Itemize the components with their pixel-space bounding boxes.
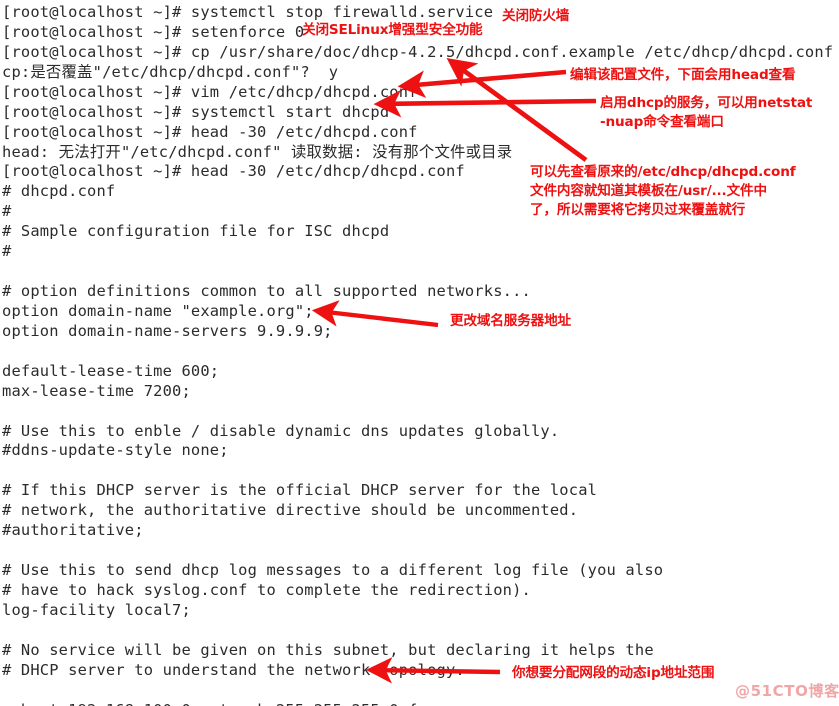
terminal-line: default-lease-time 600; <box>2 361 220 380</box>
terminal-line: subnet 192.168.100.0 netmask 255.255.255… <box>2 701 418 706</box>
terminal-line: [root@localhost ~]# vim /etc/dhcp/dhcpd.… <box>2 82 418 101</box>
terminal-output: [root@localhost ~]# systemctl stop firew… <box>0 0 839 706</box>
terminal-line: option domain-name-servers 9.9.9.9; <box>2 321 333 340</box>
terminal-line: [root@localhost ~]# cp /usr/share/doc/dh… <box>2 42 834 61</box>
terminal-screenshot: [root@localhost ~]# systemctl stop firew… <box>0 0 839 706</box>
terminal-line: # <box>2 202 12 221</box>
terminal-line: cp:是否覆盖"/etc/dhcp/dhcpd.conf"? y <box>2 62 339 81</box>
terminal-line: [root@localhost ~]# head -30 /etc/dhcp/d… <box>2 162 465 181</box>
terminal-line: max-lease-time 7200; <box>2 381 191 400</box>
terminal-line: # have to hack syslog.conf to complete t… <box>2 580 531 599</box>
terminal-line: head: 无法打开"/etc/dhcpd.conf" 读取数据: 没有那个文件… <box>2 142 513 161</box>
terminal-line: # Sample configuration file for ISC dhcp… <box>2 222 390 241</box>
terminal-line: # option definitions common to all suppo… <box>2 282 531 301</box>
terminal-line: # If this DHCP server is the official DH… <box>2 481 598 500</box>
terminal-line: [root@localhost ~]# systemctl start dhcp… <box>2 102 390 121</box>
terminal-line: # No service will be given on this subne… <box>2 640 654 659</box>
terminal-line: # network, the authoritative directive s… <box>2 501 579 520</box>
terminal-line: # Use this to send dhcp log messages to … <box>2 561 664 580</box>
terminal-line: [root@localhost ~]# setenforce 0 <box>2 22 305 41</box>
terminal-line: # dhcpd.conf <box>2 182 116 201</box>
terminal-line: #authoritative; <box>2 521 144 540</box>
terminal-line: #ddns-update-style none; <box>2 441 229 460</box>
terminal-line: option domain-name "example.org"; <box>2 301 314 320</box>
terminal-line: [root@localhost ~]# systemctl stop firew… <box>2 3 494 21</box>
terminal-line: # Use this to enble / disable dynamic dn… <box>2 421 560 440</box>
terminal-line: # DHCP server to understand the network … <box>2 660 465 679</box>
terminal-line: [root@localhost ~]# head -30 /etc/dhcpd.… <box>2 122 418 141</box>
terminal-line: log-facility local7; <box>2 600 191 619</box>
watermark: @51CTO博客 <box>735 682 839 700</box>
terminal-line: # <box>2 242 12 261</box>
